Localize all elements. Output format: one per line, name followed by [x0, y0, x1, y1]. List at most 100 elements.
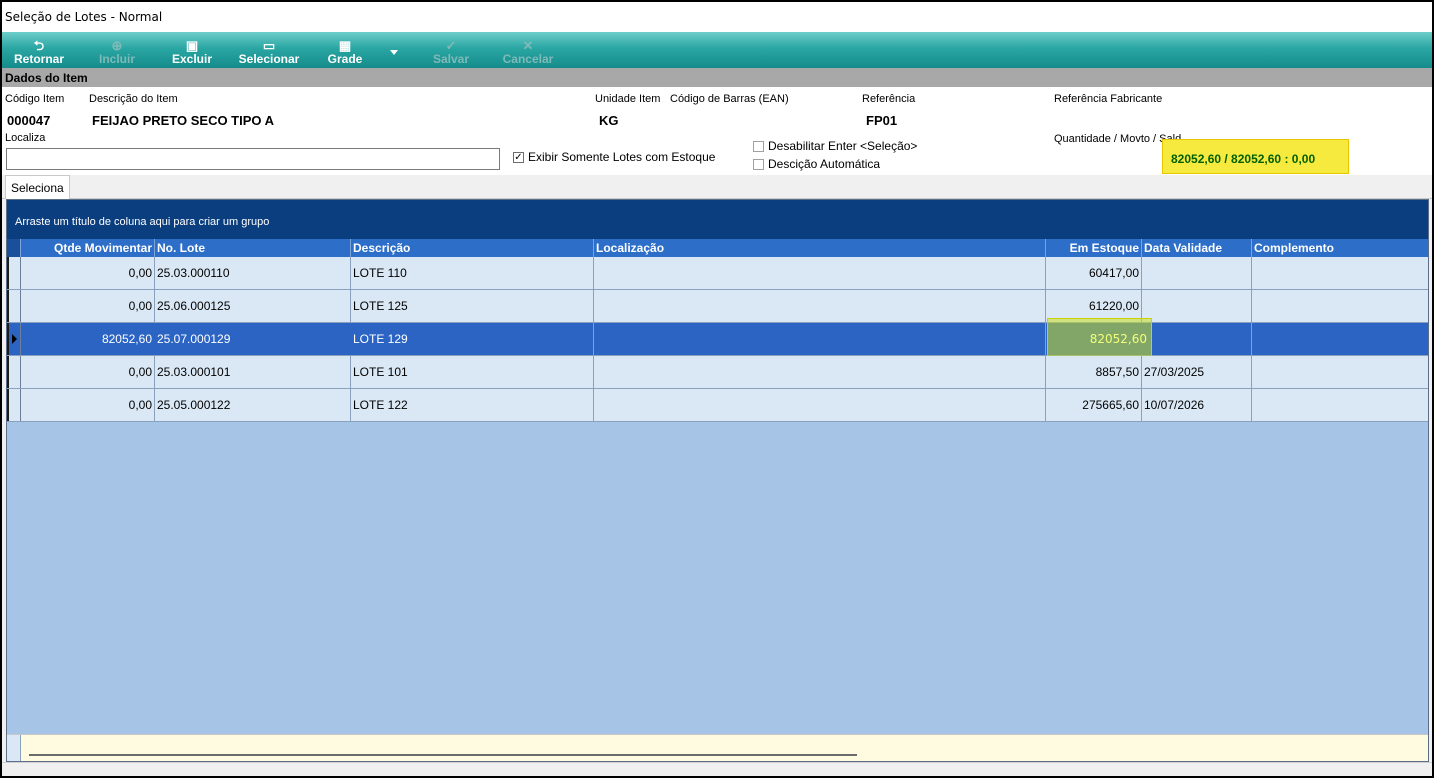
select-grid-icon: ▭ [262, 38, 276, 53]
highlighted-stock-cell[interactable]: 82052,60 [1047, 318, 1152, 361]
window: Seleção de Lotes - Normal ⮌ Retornar ⊕ I… [0, 0, 1434, 778]
cancel-x-icon: ✕ [522, 38, 534, 53]
disable-enter-checkbox[interactable]: Desabilitar Enter <Seleção> [753, 139, 917, 153]
auto-description-checkbox[interactable]: Descição Automática [753, 157, 880, 171]
cell-localizacao[interactable] [594, 323, 1046, 355]
cell-estoque[interactable]: 60417,00 [1046, 257, 1142, 289]
cell-descricao[interactable]: LOTE 129 [351, 323, 594, 355]
cell-qtde[interactable]: 82052,60 [21, 323, 155, 355]
cell-complemento[interactable] [1252, 290, 1428, 322]
checkbox-unchecked-icon [753, 158, 764, 170]
return-button[interactable]: ⮌ Retornar [10, 32, 68, 68]
cell-validade[interactable] [1142, 323, 1252, 355]
cell-qtde[interactable]: 0,00 [21, 356, 155, 388]
unit-value: KG [599, 113, 619, 128]
status-bar [2, 762, 1432, 776]
column-chooser-icon[interactable] [7, 239, 21, 257]
grade-dropdown-arrow-icon[interactable] [390, 50, 398, 55]
search-input[interactable] [6, 148, 500, 170]
cell-lote[interactable]: 25.03.000101 [155, 356, 351, 388]
cell-validade[interactable]: 27/03/2025 [1142, 356, 1252, 388]
select-button[interactable]: ▭ Selecionar [234, 32, 304, 68]
item-description-label: Descrição do Item [89, 93, 178, 105]
cell-lote[interactable]: 25.06.000125 [155, 290, 351, 322]
window-title: Seleção de Lotes - Normal [2, 2, 1432, 32]
cell-complemento[interactable] [1252, 323, 1428, 355]
tab-strip: Seleciona [2, 175, 1432, 199]
cell-complemento[interactable] [1252, 257, 1428, 289]
only-with-stock-checkbox[interactable]: ✓ Exibir Somente Lotes com Estoque [513, 150, 715, 164]
checkmark-icon: ✓ [445, 38, 457, 53]
cell-lote[interactable]: 25.03.000110 [155, 257, 351, 289]
group-by-panel[interactable]: Arraste um título de coluna aqui para cr… [7, 200, 1428, 239]
footer-indicator [7, 735, 21, 761]
only-with-stock-label: Exibir Somente Lotes com Estoque [528, 150, 716, 164]
cell-estoque[interactable]: 8857,50 [1046, 356, 1142, 388]
row-indicator[interactable] [7, 290, 21, 322]
item-info-panel: Código Item 000047 Descrição do Item FEI… [2, 87, 1432, 175]
row-indicator[interactable] [7, 257, 21, 289]
reference-value: FP01 [866, 113, 898, 128]
column-header-estoque[interactable]: Em Estoque [1046, 239, 1142, 257]
search-label: Localiza [5, 132, 46, 144]
cell-descricao[interactable]: LOTE 110 [351, 257, 594, 289]
trash-icon: ▣ [185, 38, 199, 53]
cell-validade[interactable]: 10/07/2026 [1142, 389, 1252, 421]
column-header-complemento[interactable]: Complemento [1252, 239, 1428, 257]
column-header-validade[interactable]: Data Validade [1142, 239, 1252, 257]
table-row[interactable]: 0,00 25.06.000125 LOTE 125 61220,00 [7, 290, 1428, 323]
delete-button[interactable]: ▣ Excluir [168, 32, 216, 68]
horizontal-scrollbar[interactable] [29, 754, 857, 756]
cell-descricao[interactable]: LOTE 101 [351, 356, 594, 388]
cell-complemento[interactable] [1252, 389, 1428, 421]
unit-label: Unidade Item [595, 93, 661, 105]
table-row[interactable]: 0,00 25.05.000122 LOTE 122 275665,60 10/… [7, 389, 1428, 422]
column-header-qtde[interactable]: Qtde Movimentar [21, 239, 155, 257]
column-header-descricao[interactable]: Descrição [351, 239, 594, 257]
grade-button[interactable]: ▦ Grade [322, 32, 368, 68]
tab-seleciona[interactable]: Seleciona [5, 175, 70, 199]
cell-estoque[interactable]: 275665,60 [1046, 389, 1142, 421]
cell-localizacao[interactable] [594, 389, 1046, 421]
cell-complemento[interactable] [1252, 356, 1428, 388]
highlighted-stock-value: 82052,60 [1089, 332, 1147, 346]
cell-localizacao[interactable] [594, 257, 1046, 289]
grid-icon: ▦ [338, 38, 352, 53]
row-indicator[interactable] [7, 389, 21, 421]
reference-label: Referência [862, 93, 916, 105]
barcode-label: Código de Barras (EAN) [670, 93, 789, 105]
toolbar: ⮌ Retornar ⊕ Incluir ▣ Excluir ▭ Selecio… [2, 32, 1432, 68]
cell-qtde[interactable]: 0,00 [21, 290, 155, 322]
cancel-button[interactable]: ✕ Cancelar [498, 32, 558, 68]
lots-grid: Arraste um título de coluna aqui para cr… [6, 199, 1429, 762]
disable-enter-label: Desabilitar Enter <Seleção> [768, 139, 918, 153]
item-code-value: 000047 [7, 113, 51, 128]
cell-validade[interactable] [1142, 257, 1252, 289]
column-header-lote[interactable]: No. Lote [155, 239, 351, 257]
cell-localizacao[interactable] [594, 356, 1046, 388]
item-description-value: FEIJAO PRETO SECO TIPO A [92, 113, 275, 128]
auto-description-label: Descição Automática [768, 157, 881, 171]
checkbox-checked-icon: ✓ [513, 151, 524, 163]
cell-validade[interactable] [1142, 290, 1252, 322]
checkbox-unchecked-icon [753, 140, 764, 152]
table-row[interactable]: 0,00 25.03.000110 LOTE 110 60417,00 [7, 257, 1428, 290]
section-title: Dados do Item [2, 68, 1432, 87]
current-row-indicator-icon[interactable] [7, 323, 21, 355]
add-button[interactable]: ⊕ Incluir [94, 32, 140, 68]
plus-icon: ⊕ [111, 38, 123, 53]
grid-footer [7, 734, 1428, 761]
grid-header: Qtde Movimentar No. Lote Descrição Local… [7, 239, 1428, 257]
row-indicator[interactable] [7, 356, 21, 388]
cell-descricao[interactable]: LOTE 125 [351, 290, 594, 322]
column-header-localizacao[interactable]: Localização [594, 239, 1046, 257]
table-row[interactable]: 0,00 25.03.000101 LOTE 101 8857,50 27/03… [7, 356, 1428, 389]
save-button[interactable]: ✓ Salvar [426, 32, 476, 68]
cell-qtde[interactable]: 0,00 [21, 389, 155, 421]
cell-lote[interactable]: 25.07.000129 [155, 323, 351, 355]
cell-localizacao[interactable] [594, 290, 1046, 322]
cell-descricao[interactable]: LOTE 122 [351, 389, 594, 421]
table-row-selected[interactable]: 82052,60 25.07.000129 LOTE 129 [7, 323, 1428, 356]
cell-lote[interactable]: 25.05.000122 [155, 389, 351, 421]
cell-qtde[interactable]: 0,00 [21, 257, 155, 289]
